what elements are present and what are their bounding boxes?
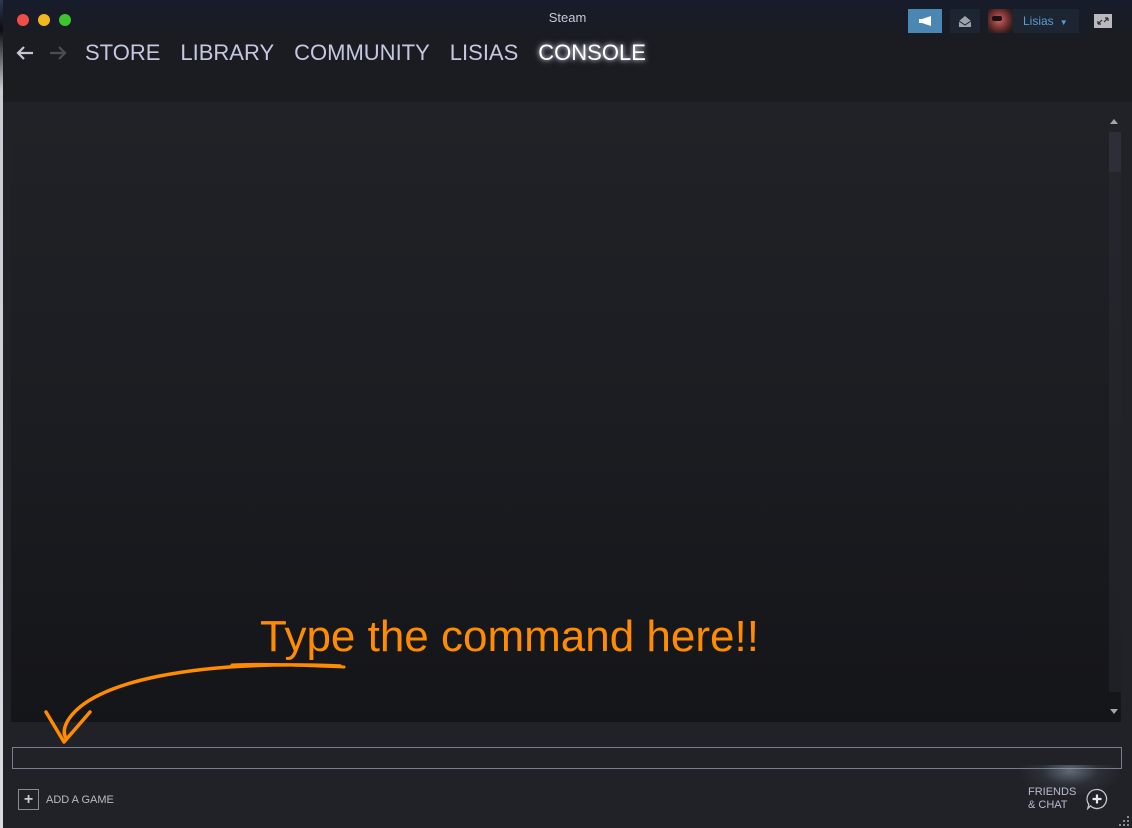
arrow-right-icon — [50, 46, 67, 60]
add-game-label: ADD A GAME — [46, 793, 114, 806]
friends-chat-button[interactable]: FRIENDS & CHAT — [1028, 786, 1108, 812]
friends-label-line1: FRIENDS — [1028, 786, 1077, 798]
inbox-button[interactable] — [950, 9, 980, 33]
expand-icon — [1097, 17, 1109, 25]
friends-label-line2: & CHAT — [1028, 799, 1068, 811]
fullscreen-button[interactable] — [1094, 14, 1112, 28]
account-username: Lisias — [1023, 14, 1054, 28]
chevron-down-icon: ▼ — [1059, 17, 1068, 27]
scroll-track[interactable] — [1109, 132, 1121, 692]
steam-window: Steam STORE LIBRARY COMMUNITY LISIAS CON… — [0, 0, 1132, 828]
menu-library[interactable]: LIBRARY — [180, 40, 274, 66]
scroll-down-button[interactable] — [1107, 704, 1120, 718]
chat-plus-icon — [1086, 788, 1108, 810]
plus-icon: + — [18, 789, 39, 810]
friends-chat-label: FRIENDS & CHAT — [1028, 786, 1080, 812]
arrow-left-icon — [16, 46, 33, 60]
main-menu: STORE LIBRARY COMMUNITY LISIAS CONSOLE — [85, 40, 646, 66]
console-scrollbar[interactable] — [1105, 102, 1121, 722]
forward-button[interactable] — [47, 42, 69, 64]
avatar — [988, 9, 1013, 33]
envelope-icon — [959, 15, 971, 27]
announcements-button[interactable] — [908, 9, 942, 33]
megaphone-icon — [919, 16, 931, 26]
menu-console[interactable]: CONSOLE — [538, 40, 646, 66]
console-output — [11, 102, 1121, 722]
console-command-input[interactable] — [12, 747, 1122, 769]
menu-profile[interactable]: LISIAS — [450, 40, 518, 66]
menu-community[interactable]: COMMUNITY — [294, 40, 430, 66]
footer-bar — [3, 772, 1132, 828]
triangle-up-icon — [1109, 118, 1118, 124]
scroll-up-button[interactable] — [1107, 114, 1120, 128]
resize-grip-icon[interactable] — [1119, 816, 1129, 826]
account-menu[interactable]: Lisias ▼ — [988, 9, 1079, 33]
back-button[interactable] — [14, 42, 36, 64]
triangle-down-icon — [1109, 708, 1118, 714]
background-window-edge — [0, 0, 3, 828]
scroll-thumb[interactable] — [1109, 132, 1121, 172]
add-game-button[interactable]: + ADD A GAME — [18, 789, 114, 810]
menu-store[interactable]: STORE — [85, 40, 160, 66]
